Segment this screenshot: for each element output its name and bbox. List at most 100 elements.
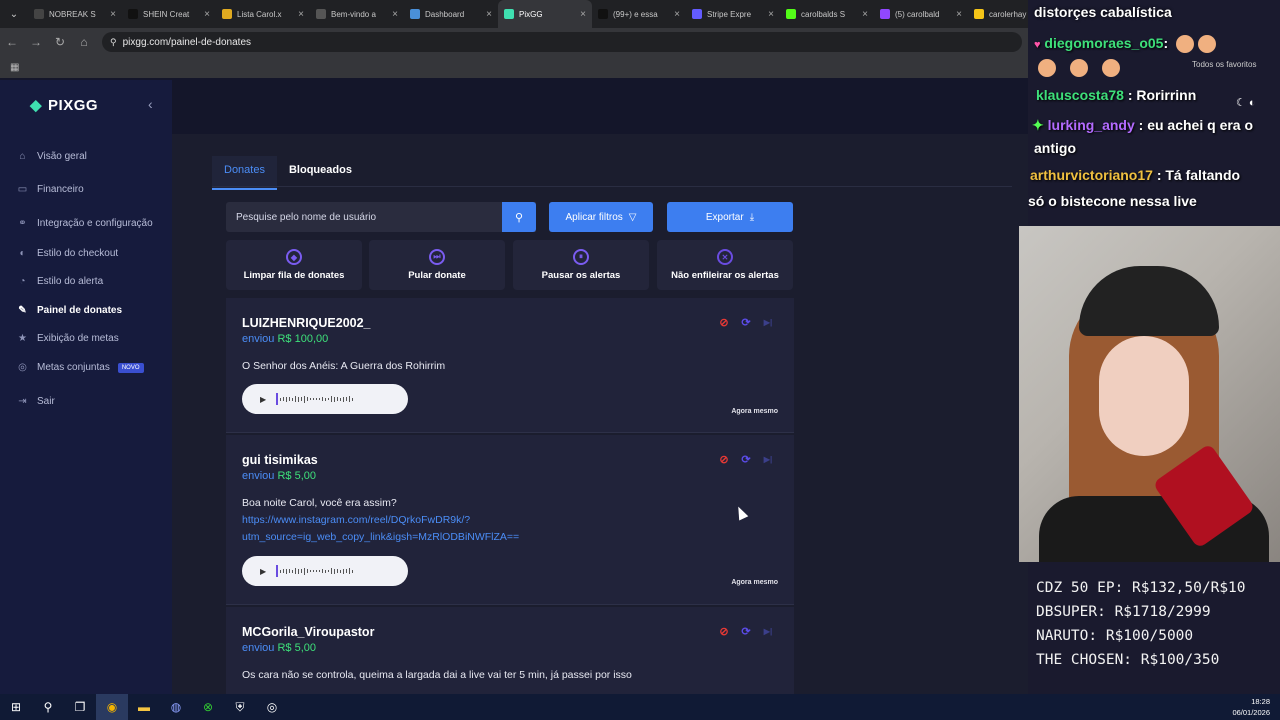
- skip-next-icon[interactable]: ▶|: [762, 453, 774, 465]
- tab-close-icon[interactable]: ×: [862, 9, 868, 20]
- replay-icon[interactable]: ⟳: [740, 316, 752, 329]
- waveform-bar: [342, 396, 345, 402]
- sidebar-item[interactable]: ⇥ Sair: [16, 395, 55, 408]
- play-icon[interactable]: ▶: [260, 395, 266, 404]
- sidebar-item[interactable]: ◔ Estilo do alerta: [16, 275, 103, 288]
- theme-toggle-icon[interactable]: ☾ ◐: [1236, 96, 1256, 109]
- waveform-bar: [291, 397, 294, 401]
- clear-queue-label: Limpar fila de donates: [243, 270, 345, 281]
- pixgg-logo[interactable]: ◆ PIXGG: [30, 96, 98, 115]
- clear-queue-button[interactable]: ◆ Limpar fila de donates: [226, 240, 362, 290]
- export-button[interactable]: Exportar ⤓: [667, 202, 793, 232]
- tab-search-icon[interactable]: ⌄: [0, 0, 28, 28]
- donate-controls: ⊘ ⟳ ▶|: [718, 316, 774, 329]
- tab-close-icon[interactable]: ×: [674, 9, 680, 20]
- tab-close-icon[interactable]: ×: [110, 9, 116, 20]
- sidebar-item[interactable]: ▭ Financeiro: [16, 183, 84, 196]
- browser-tab[interactable]: Bem-vindo a ×: [310, 0, 404, 28]
- windows-start-icon[interactable]: ⊞: [0, 694, 32, 720]
- replay-icon[interactable]: ⟳: [740, 453, 752, 466]
- favorites-folder[interactable]: Todos os favoritos: [1192, 60, 1256, 69]
- apply-filters-label: Aplicar filtros: [565, 211, 623, 223]
- donate-card: gui tisimikas enviou R$ 5,00 Boa noite C…: [226, 435, 794, 605]
- tab-close-icon[interactable]: ×: [956, 9, 962, 20]
- clock[interactable]: 18:28 06/01/2026: [1232, 696, 1270, 718]
- replay-icon[interactable]: ⟳: [740, 625, 752, 638]
- sidebar-item[interactable]: ◐ Estilo do checkout: [16, 247, 118, 260]
- search-icon[interactable]: ⚲: [32, 694, 64, 720]
- tab-close-icon[interactable]: ×: [204, 9, 210, 20]
- task-view-icon[interactable]: ❐: [64, 694, 96, 720]
- browser-tab[interactable]: (99+) e essa ×: [592, 0, 686, 28]
- tab-donates[interactable]: Donates: [212, 156, 277, 190]
- tab-close-icon[interactable]: ×: [580, 9, 586, 20]
- forward-icon[interactable]: →: [24, 28, 48, 56]
- block-icon[interactable]: ⊘: [718, 316, 730, 329]
- donate-link-line2[interactable]: utm_source=ig_web_copy_link&igsh=MzRlODB…: [242, 529, 519, 546]
- goal-item: THE CHOSEN: R$100/350: [1036, 652, 1220, 668]
- pause-alerts-button[interactable]: ⏸ Pausar os alertas: [513, 240, 649, 290]
- tab-close-icon[interactable]: ×: [392, 9, 398, 20]
- xbox-icon[interactable]: ⊗: [192, 694, 224, 720]
- no-queue-alerts-label: Não enfileirar os alertas: [671, 270, 779, 281]
- donate-amount: R$ 100,00: [277, 333, 329, 345]
- donate-link-line1[interactable]: https://www.instagram.com/reel/DQrkoFwDR…: [242, 512, 519, 529]
- discord-icon[interactable]: ◍: [160, 694, 192, 720]
- tab-favicon-icon: [316, 9, 326, 19]
- search-button[interactable]: ⚲: [502, 202, 536, 232]
- site-info-icon[interactable]: ⚲: [110, 37, 117, 48]
- block-icon[interactable]: ⊘: [718, 453, 730, 466]
- apps-grid-icon[interactable]: ▦: [10, 62, 19, 73]
- apply-filters-button[interactable]: Aplicar filtros ▽: [549, 202, 653, 232]
- waveform-bar: [297, 396, 300, 402]
- tab-close-icon[interactable]: ×: [298, 9, 304, 20]
- skip-next-icon[interactable]: ▶|: [762, 625, 774, 637]
- tab-close-icon[interactable]: ×: [486, 9, 492, 20]
- browser-tab[interactable]: (5) carolbald ×: [874, 0, 968, 28]
- browser-tab[interactable]: PixGG ×: [498, 0, 592, 28]
- tab-favicon-icon: [786, 9, 796, 19]
- browser-tab[interactable]: SHEIN Creat ×: [122, 0, 216, 28]
- tab-bloqueados[interactable]: Bloqueados: [277, 156, 364, 190]
- block-icon[interactable]: ⊘: [718, 625, 730, 638]
- audio-player[interactable]: ▶: [242, 384, 408, 414]
- obs-icon[interactable]: ◎: [256, 694, 288, 720]
- waveform-bar: [339, 397, 342, 401]
- waveform-bar: [330, 396, 333, 402]
- sidebar-item[interactable]: ⌂ Visão geral: [16, 150, 86, 163]
- browser-tab[interactable]: Stripe Expre ×: [686, 0, 780, 28]
- shield-icon[interactable]: ⛨: [224, 694, 256, 720]
- tab-favicon-icon: [410, 9, 420, 19]
- waveform-bar: [288, 397, 291, 401]
- home-browser-icon[interactable]: ⌂: [72, 28, 96, 56]
- reload-icon[interactable]: ↻: [48, 28, 72, 56]
- chat-user: diegomoraes_o05: [1044, 35, 1164, 51]
- sidebar-item[interactable]: ⚭ Integração e configuração: [16, 217, 152, 230]
- no-queue-alerts-button[interactable]: ✕ Não enfileirar os alertas: [657, 240, 793, 290]
- webcam-feed: [1019, 226, 1280, 562]
- donor-name: LUIZHENRIQUE2002_: [242, 316, 371, 330]
- audio-player[interactable]: ▶: [242, 556, 408, 586]
- browser-tab[interactable]: Lista Carol.x ×: [216, 0, 310, 28]
- play-icon[interactable]: ▶: [260, 567, 266, 576]
- skip-next-icon[interactable]: ▶|: [762, 316, 774, 328]
- sidebar-item[interactable]: ◎ Metas conjuntas NOVO: [16, 361, 144, 374]
- waveform-bar: [309, 570, 312, 572]
- browser-tab[interactable]: NOBREAK S ×: [28, 0, 122, 28]
- back-icon[interactable]: ←: [0, 28, 24, 56]
- address-bar[interactable]: ⚲ pixgg.com/painel-de-donates: [102, 32, 1022, 52]
- search-input[interactable]: Pesquise pelo nome de usuário: [226, 202, 536, 232]
- donate-link[interactable]: https://www.instagram.com/reel/DQrkoFwDR…: [242, 512, 519, 546]
- tab-close-icon[interactable]: ×: [768, 9, 774, 20]
- chrome-icon[interactable]: ◉: [96, 694, 128, 720]
- sidebar-item[interactable]: ★ Exibição de metas: [16, 332, 119, 345]
- browser-tab[interactable]: Dashboard ×: [404, 0, 498, 28]
- sidebar-item[interactable]: ✎ Painel de donates: [16, 304, 122, 317]
- browser-tab[interactable]: carolbalds S ×: [780, 0, 874, 28]
- bell-off-icon: ✕: [717, 249, 733, 265]
- file-explorer-icon[interactable]: ▬: [128, 694, 160, 720]
- sidebar-item-label: Estilo do checkout: [37, 248, 119, 259]
- waveform-bar: [306, 569, 309, 573]
- collapse-sidebar-icon[interactable]: ‹: [148, 96, 153, 112]
- skip-donate-button[interactable]: ⏭ Pular donate: [369, 240, 505, 290]
